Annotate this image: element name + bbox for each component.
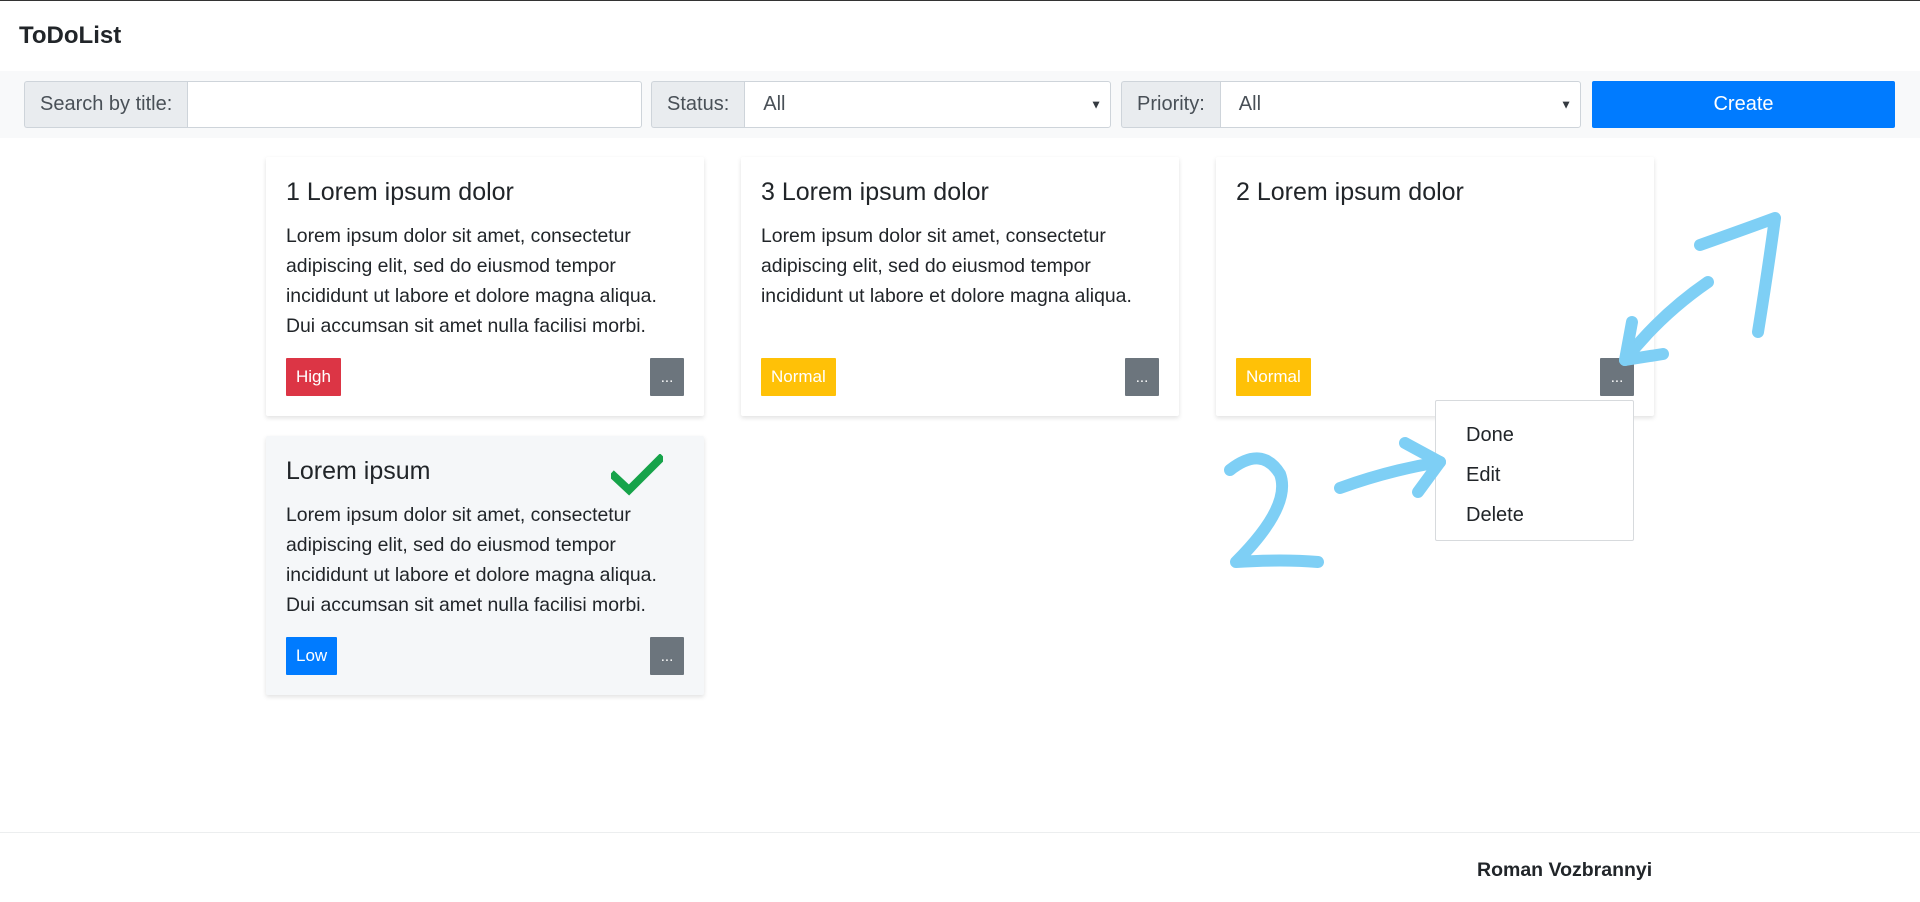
priority-badge: Normal xyxy=(1236,358,1311,396)
priority-badge: Low xyxy=(286,637,338,675)
status-label: Status: xyxy=(651,81,745,128)
card-menu-button[interactable]: ... xyxy=(650,358,684,396)
card-menu-button[interactable]: ... xyxy=(1600,358,1634,396)
card-title: Lorem ipsum xyxy=(286,457,431,485)
caret-down-icon: ▼ xyxy=(1560,96,1572,111)
window-top-border xyxy=(0,0,1920,1)
todo-card: 2 Lorem ipsum dolor Normal ... xyxy=(1216,157,1654,416)
todo-card: 3 Lorem ipsum dolor Lorem ipsum dolor si… xyxy=(741,157,1179,416)
card-description: Lorem ipsum dolor sit amet, consectetur … xyxy=(286,225,657,337)
menu-item-edit[interactable]: Edit xyxy=(1436,455,1633,495)
card-title: 3 Lorem ipsum dolor xyxy=(761,178,989,206)
search-label: Search by title: xyxy=(24,81,188,128)
footer-author: Roman Vozbrannyi xyxy=(1477,859,1653,881)
card-title: 1 Lorem ipsum dolor xyxy=(286,178,514,206)
card-description: Lorem ipsum dolor sit amet, consectetur … xyxy=(761,225,1132,307)
priority-group: Priority: All ▼ xyxy=(1121,81,1581,128)
footer: Roman Vozbrannyi xyxy=(0,832,1920,902)
status-select-value: All xyxy=(763,93,786,115)
todo-card: Lorem ipsum Lorem ipsum dolor sit amet, … xyxy=(266,436,704,695)
app-title: ToDoList xyxy=(19,22,122,49)
search-input[interactable] xyxy=(187,81,642,128)
priority-label: Priority: xyxy=(1121,81,1220,128)
menu-item-delete[interactable]: Delete xyxy=(1436,495,1633,535)
search-group: Search by title: xyxy=(24,81,642,128)
annotation-number-one xyxy=(1694,212,1781,338)
annotation-number-two xyxy=(1224,452,1324,568)
arrow-icon xyxy=(1334,456,1446,494)
create-button[interactable]: Create xyxy=(1592,81,1895,128)
todo-card: 1 Lorem ipsum dolor Lorem ipsum dolor si… xyxy=(266,157,704,416)
menu-item-done[interactable]: Done xyxy=(1436,415,1633,455)
status-select[interactable]: All ▼ xyxy=(744,81,1111,128)
priority-badge: Normal xyxy=(761,358,836,396)
priority-badge: High xyxy=(286,358,341,396)
card-menu-button[interactable]: ... xyxy=(1125,358,1159,396)
card-title: 2 Lorem ipsum dolor xyxy=(1236,178,1464,206)
check-icon xyxy=(611,454,663,496)
caret-down-icon: ▼ xyxy=(1090,96,1102,111)
filter-bar: Search by title: Status: All ▼ Priority:… xyxy=(0,71,1920,138)
card-description: Lorem ipsum dolor sit amet, consectetur … xyxy=(286,504,657,616)
priority-select[interactable]: All ▼ xyxy=(1219,81,1581,128)
card-dropdown-menu: Done Edit Delete xyxy=(1435,400,1634,541)
card-menu-button[interactable]: ... xyxy=(650,637,684,675)
priority-select-value: All xyxy=(1238,93,1262,115)
status-group: Status: All ▼ xyxy=(651,81,1111,128)
